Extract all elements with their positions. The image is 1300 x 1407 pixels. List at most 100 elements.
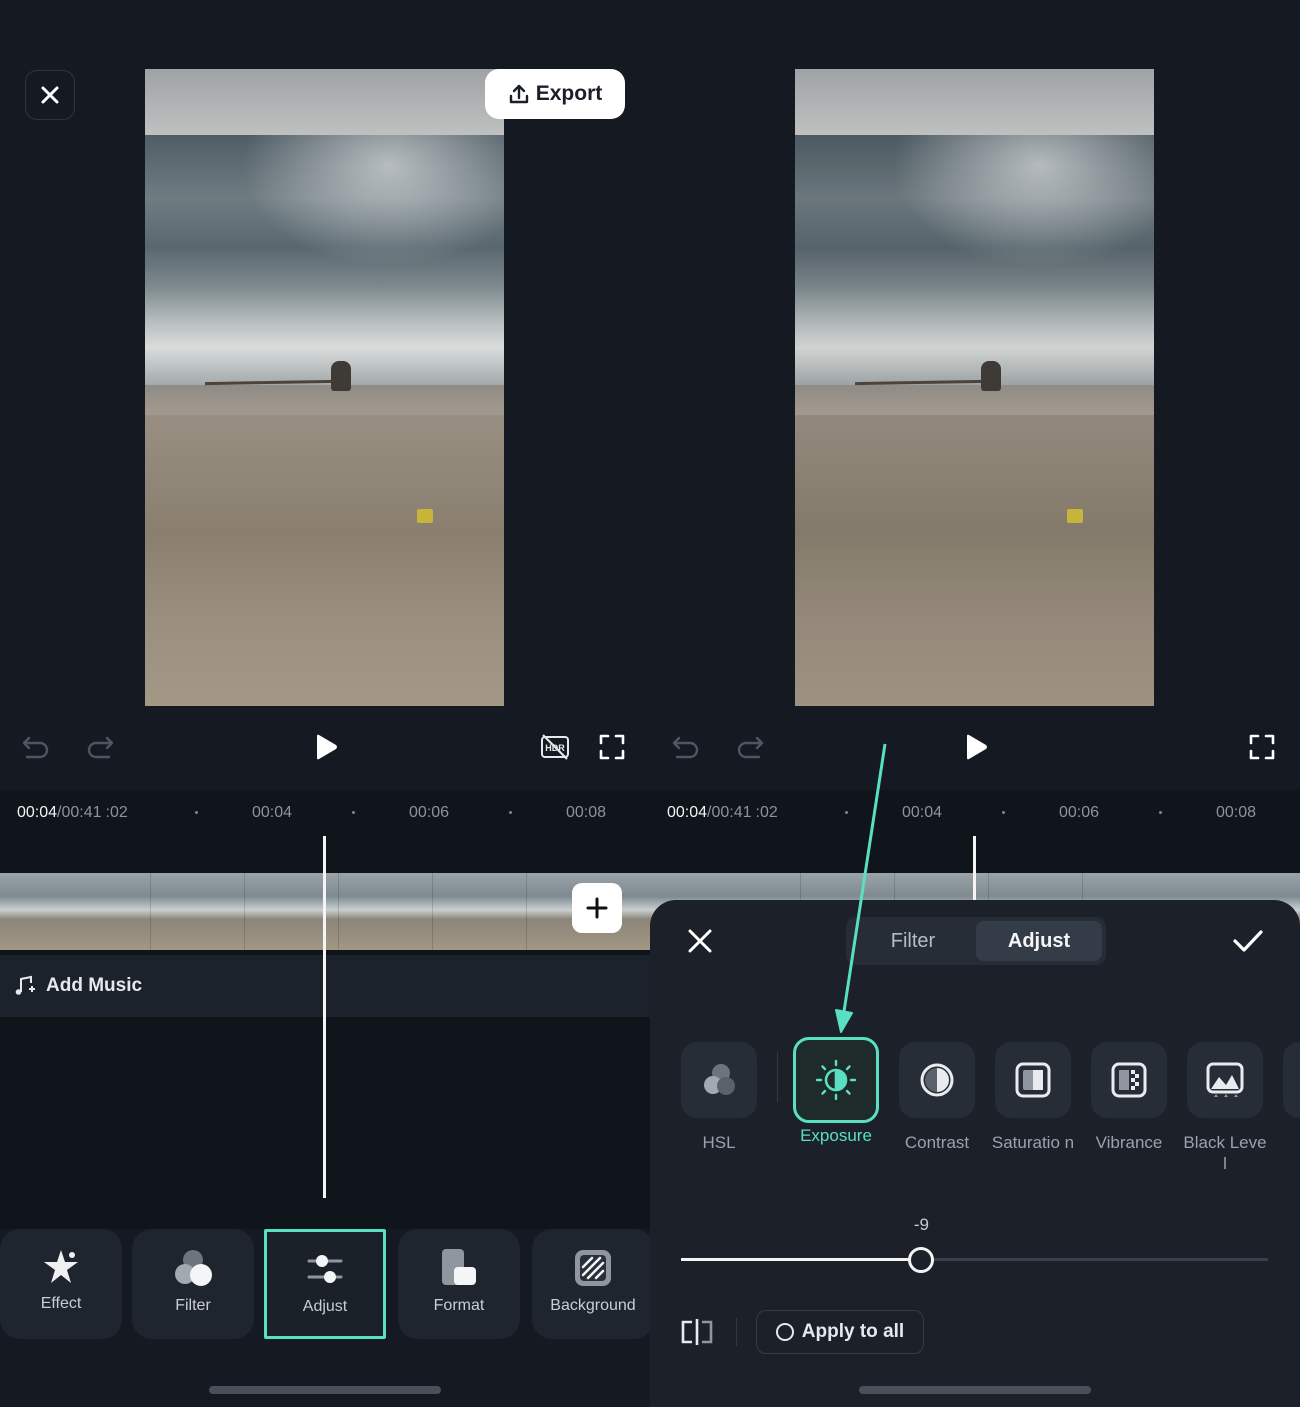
saturation-tool-button[interactable]: Saturatio n [992,1042,1074,1153]
vibrance-tool-button[interactable]: Vibrance [1091,1042,1167,1153]
black-level-tool-button[interactable]: Black Level [1183,1042,1267,1174]
tool-label: Effect [40,1295,82,1312]
ruler-dot [195,811,198,814]
split-compare-icon [681,1319,713,1345]
export-label: Export [535,82,603,105]
video-dog [331,361,351,391]
editor-screen-right: 00:04/00:41:02 00:04 00:06 00:08 Filter … [650,0,1300,1407]
adjust-tool-label: HSL [702,1133,736,1152]
export-button[interactable]: Export [485,69,625,119]
tab-adjust[interactable]: Adjust [976,921,1102,961]
apply-to-all-label: Apply to all [801,1321,905,1342]
ruler-tick: 00:08 [566,804,607,821]
tab-filter[interactable]: Filter [850,921,976,961]
apply-to-all-button[interactable]: Apply to all [756,1310,924,1354]
undo-button[interactable] [20,731,52,763]
video-wet-sand [795,385,1154,415]
undo-icon [672,736,699,759]
close-icon [41,86,59,104]
tool-separator [777,1052,778,1102]
video-bucket [1067,509,1083,523]
ruler-tick: 00:06 [409,804,450,821]
ruler-tick: 00:06 [1059,804,1100,821]
exposure-tool-button[interactable]: Exposure [793,1037,879,1146]
fullscreen-icon [599,734,625,760]
clip-frame-divider [526,873,527,950]
panel-confirm-button[interactable] [1232,925,1264,957]
redo-button[interactable] [734,731,766,763]
play-icon [317,734,337,760]
current-time: 00:04/00:41:02 [17,804,128,821]
editor-screen-left: Export HDR 00:04/00:41:02 00:04 00:06 00… [0,0,650,1407]
adjust-tool-button[interactable]: Adjust [264,1229,386,1339]
redo-icon [737,736,764,759]
format-icon [442,1249,476,1285]
hdr-toggle-button[interactable]: HDR [539,731,571,763]
contrast-icon [920,1063,954,1097]
add-clip-button[interactable] [572,883,622,933]
slider-fill [681,1258,922,1261]
panel-tabs: Filter Adjust [846,917,1106,965]
contrast-tile [899,1042,975,1118]
ruler-dot [509,811,512,814]
vibrance-tile [1091,1042,1167,1118]
undo-button[interactable] [670,731,702,763]
video-preview[interactable] [795,69,1154,706]
tool-label: Adjust [302,1298,348,1315]
close-button[interactable] [25,70,75,120]
clip-frame-divider [150,873,151,950]
fullscreen-button[interactable] [1246,731,1278,763]
contrast-tool-button[interactable]: Contrast [899,1042,975,1153]
video-glitter [216,135,504,285]
video-preview[interactable] [145,69,504,706]
compare-button[interactable] [680,1317,714,1347]
hsl-tool-button[interactable]: HSL [681,1042,757,1153]
ruler-dot [352,811,355,814]
background-tool-button[interactable]: Background [532,1229,650,1339]
tool-label: Format [433,1297,485,1314]
time-ruler[interactable]: 00:04/00:41:02 00:04 00:06 00:08 [650,790,1300,834]
star-effect-icon [44,1250,78,1283]
ruler-dot [845,811,848,814]
playhead[interactable] [973,836,976,906]
redo-icon [87,736,114,759]
ruler-tick: 00:08 [1216,804,1257,821]
video-bucket [417,509,433,523]
adjust-tool-label: Exposure [800,1126,872,1145]
playhead[interactable] [323,836,326,1198]
time-ruler[interactable]: 00:04/00:41:02 00:04 00:06 00:08 [0,790,650,834]
adjust-tool-label: Saturatio n [991,1133,1075,1152]
video-dog [981,361,1001,391]
play-icon [967,734,987,760]
hsl-icon [704,1064,735,1095]
bottom-toolbar: Effect Filter Adjust Format Background [0,1229,650,1339]
fullscreen-button[interactable] [596,731,628,763]
plus-icon [586,897,608,919]
home-indicator [859,1386,1091,1394]
home-indicator [209,1386,441,1394]
checkmark-icon [1233,930,1263,952]
slider-value: -9 [913,1215,929,1234]
filter-tool-button[interactable]: Filter [132,1229,254,1339]
effect-tool-button[interactable]: Effect [0,1229,122,1339]
background-icon [575,1250,611,1286]
ruler-dot [1002,811,1005,814]
clip-frame-divider [338,873,339,950]
play-button[interactable] [310,731,342,763]
video-sky [145,69,504,135]
black-level-icon [1206,1062,1244,1097]
clip-frame-divider [244,873,245,950]
current-time: 00:04/00:41:02 [667,804,778,821]
video-sand [795,415,1154,706]
partial-tool-tile[interactable] [1283,1042,1300,1118]
fullscreen-icon [1249,734,1275,760]
exposure-icon [815,1059,857,1101]
play-button[interactable] [960,731,992,763]
format-tool-button[interactable]: Format [398,1229,520,1339]
add-music-label: Add Music [46,975,143,996]
redo-button[interactable] [84,731,116,763]
adjust-tool-label: Black Level [1183,1133,1267,1173]
vibrance-icon [1111,1062,1147,1098]
undo-icon [22,736,49,759]
panel-close-button[interactable] [684,925,716,957]
